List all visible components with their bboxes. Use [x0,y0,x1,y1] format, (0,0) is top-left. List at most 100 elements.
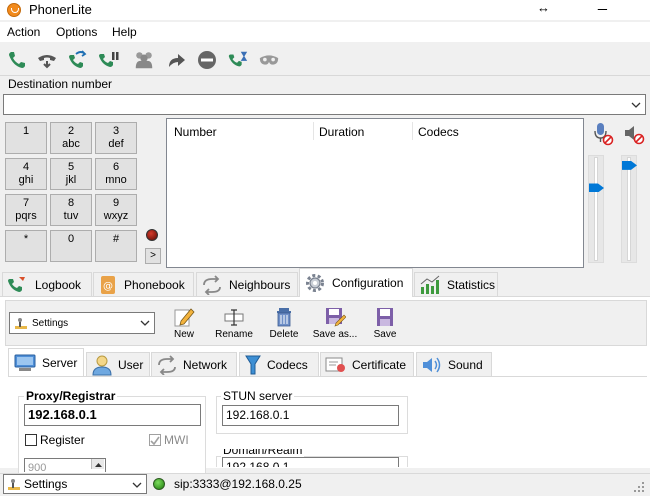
menu-options[interactable]: Options [56,25,97,39]
new-pencil-icon [174,308,195,327]
proxy-input[interactable]: 192.168.0.1 [24,404,201,426]
microphone-slider-groove [594,157,598,261]
subtab-server[interactable]: Server [8,348,84,377]
call-waiting-icon[interactable] [227,49,249,71]
microphone-mute-icon[interactable] [592,122,614,149]
rename-cursor-icon [224,309,244,326]
hangup-phone-icon[interactable] [36,49,58,71]
keypad-key-0[interactable]: 0 [50,230,92,262]
sip-address: sip:3333@192.168.0.25 [174,477,302,491]
codecs-icon [245,355,261,374]
phonebook-icon: @ [101,275,115,294]
subtab-codecs[interactable]: Codecs [239,352,319,376]
network-icon [158,354,176,375]
subtab-network[interactable]: Network [151,352,237,376]
call-list[interactable]: Number Duration Codecs [166,118,584,268]
register-checkbox[interactable] [25,434,37,446]
title-bar [0,0,650,20]
domain-input[interactable]: 192.168.0.1 [222,457,399,467]
keypad-key-3[interactable]: 3 def [95,122,137,154]
column-separator[interactable] [313,122,314,140]
tab-neighbours-label: Neighbours [229,277,291,292]
status-profile-value: Settings [24,477,68,491]
svg-text:@: @ [103,281,113,292]
forward-arrow-icon[interactable] [165,49,187,71]
status-profile-select[interactable]: Settings [3,474,147,494]
tab-configuration[interactable]: Configuration [299,268,413,297]
save-floppy-icon [377,308,393,326]
speaker-icon [423,357,441,372]
neighbours-icon [203,274,221,295]
transfer-phone-icon[interactable] [66,49,88,71]
keypad-key-2[interactable]: 2 abc [50,122,92,154]
delete-profile-label: Delete [269,329,299,340]
trash-icon [277,308,291,327]
keypad-key-hash[interactable]: # [95,230,137,262]
subtab-user[interactable]: User [86,352,150,376]
rename-profile-button[interactable]: Rename [209,306,259,342]
destination-input[interactable] [3,94,646,115]
save-profile-button[interactable]: Save [360,306,410,342]
speaker-mute-icon[interactable] [622,122,646,149]
save-as-profile-label: Save as... [312,329,358,340]
tab-statistics-label: Statistics [447,277,496,292]
keypad-more-button[interactable]: > [145,248,161,264]
keypad-key-6[interactable]: 6 mno [95,158,137,190]
proxy-label: Proxy/Registrar [24,389,118,403]
tab-neighbours[interactable]: Neighbours [196,272,298,296]
speaker-slider-groove [627,157,631,261]
certificate-icon [325,357,345,372]
new-profile-label: New [173,329,194,340]
column-header-duration[interactable]: Duration [319,125,364,139]
domain-groupbox-clip: Domain/Realm 192.168.0.1 [216,449,408,467]
anonymous-mask-icon[interactable] [258,49,280,71]
record-indicator[interactable] [146,229,158,241]
chevron-down-icon[interactable] [629,97,643,112]
call-phone-icon[interactable] [6,49,28,71]
column-separator[interactable] [412,122,413,140]
save-as-profile-button[interactable]: Save as... [309,306,361,342]
spin-up-arrow-icon[interactable] [91,459,104,469]
logbook-icon [8,276,25,292]
expiry-spinbox[interactable]: 900 [24,458,106,472]
register-label: Register [40,433,85,447]
save-as-floppy-icon [326,308,346,327]
mwi-checkbox[interactable] [149,434,161,446]
stun-label: STUN server [221,389,295,403]
keypad-key-7[interactable]: 7 pqrs [5,194,47,226]
do-not-disturb-icon[interactable] [196,49,218,71]
profile-select[interactable]: Settings [9,312,155,334]
keypad-key-5[interactable]: 5 jkl [50,158,92,190]
keypad-key-9[interactable]: 9 wxyz [95,194,137,226]
subtab-sound-label: Sound [448,357,483,372]
subtab-certificate[interactable]: Certificate [320,352,414,376]
tab-phonebook-label: Phonebook [124,277,185,292]
delete-profile-button[interactable]: Delete [259,306,309,342]
registration-status-led [153,478,165,490]
tab-logbook[interactable]: Logbook [2,272,92,296]
menu-help[interactable]: Help [112,25,137,39]
tab-phonebook[interactable]: @ Phonebook [93,272,194,296]
keypad-key-4[interactable]: 4 ghi [5,158,47,190]
menu-action[interactable]: Action [7,25,40,39]
subtab-user-label: User [118,357,144,372]
new-profile-button[interactable]: New [159,306,209,342]
tab-statistics[interactable]: Statistics [414,272,498,296]
chevron-down-icon[interactable] [139,317,151,329]
column-header-codecs[interactable]: Codecs [418,125,459,139]
hold-phone-icon[interactable] [97,49,119,71]
resize-grip-icon[interactable] [630,478,646,494]
minimize-button[interactable]: _ [598,0,607,12]
column-header-number[interactable]: Number [174,125,217,139]
keypad-key-star[interactable]: * [5,230,47,262]
chevron-down-icon[interactable] [131,479,143,491]
conference-icon[interactable] [133,49,155,71]
app-logo-icon [7,3,21,17]
subtab-divider [8,376,647,377]
save-profile-label: Save [373,329,397,340]
subtab-certificate-label: Certificate [352,357,407,372]
subtab-sound[interactable]: Sound [416,352,492,376]
keypad-key-1[interactable]: 1 [5,122,47,154]
stun-input[interactable]: 192.168.0.1 [222,405,399,426]
keypad-key-8[interactable]: 8 tuv [50,194,92,226]
